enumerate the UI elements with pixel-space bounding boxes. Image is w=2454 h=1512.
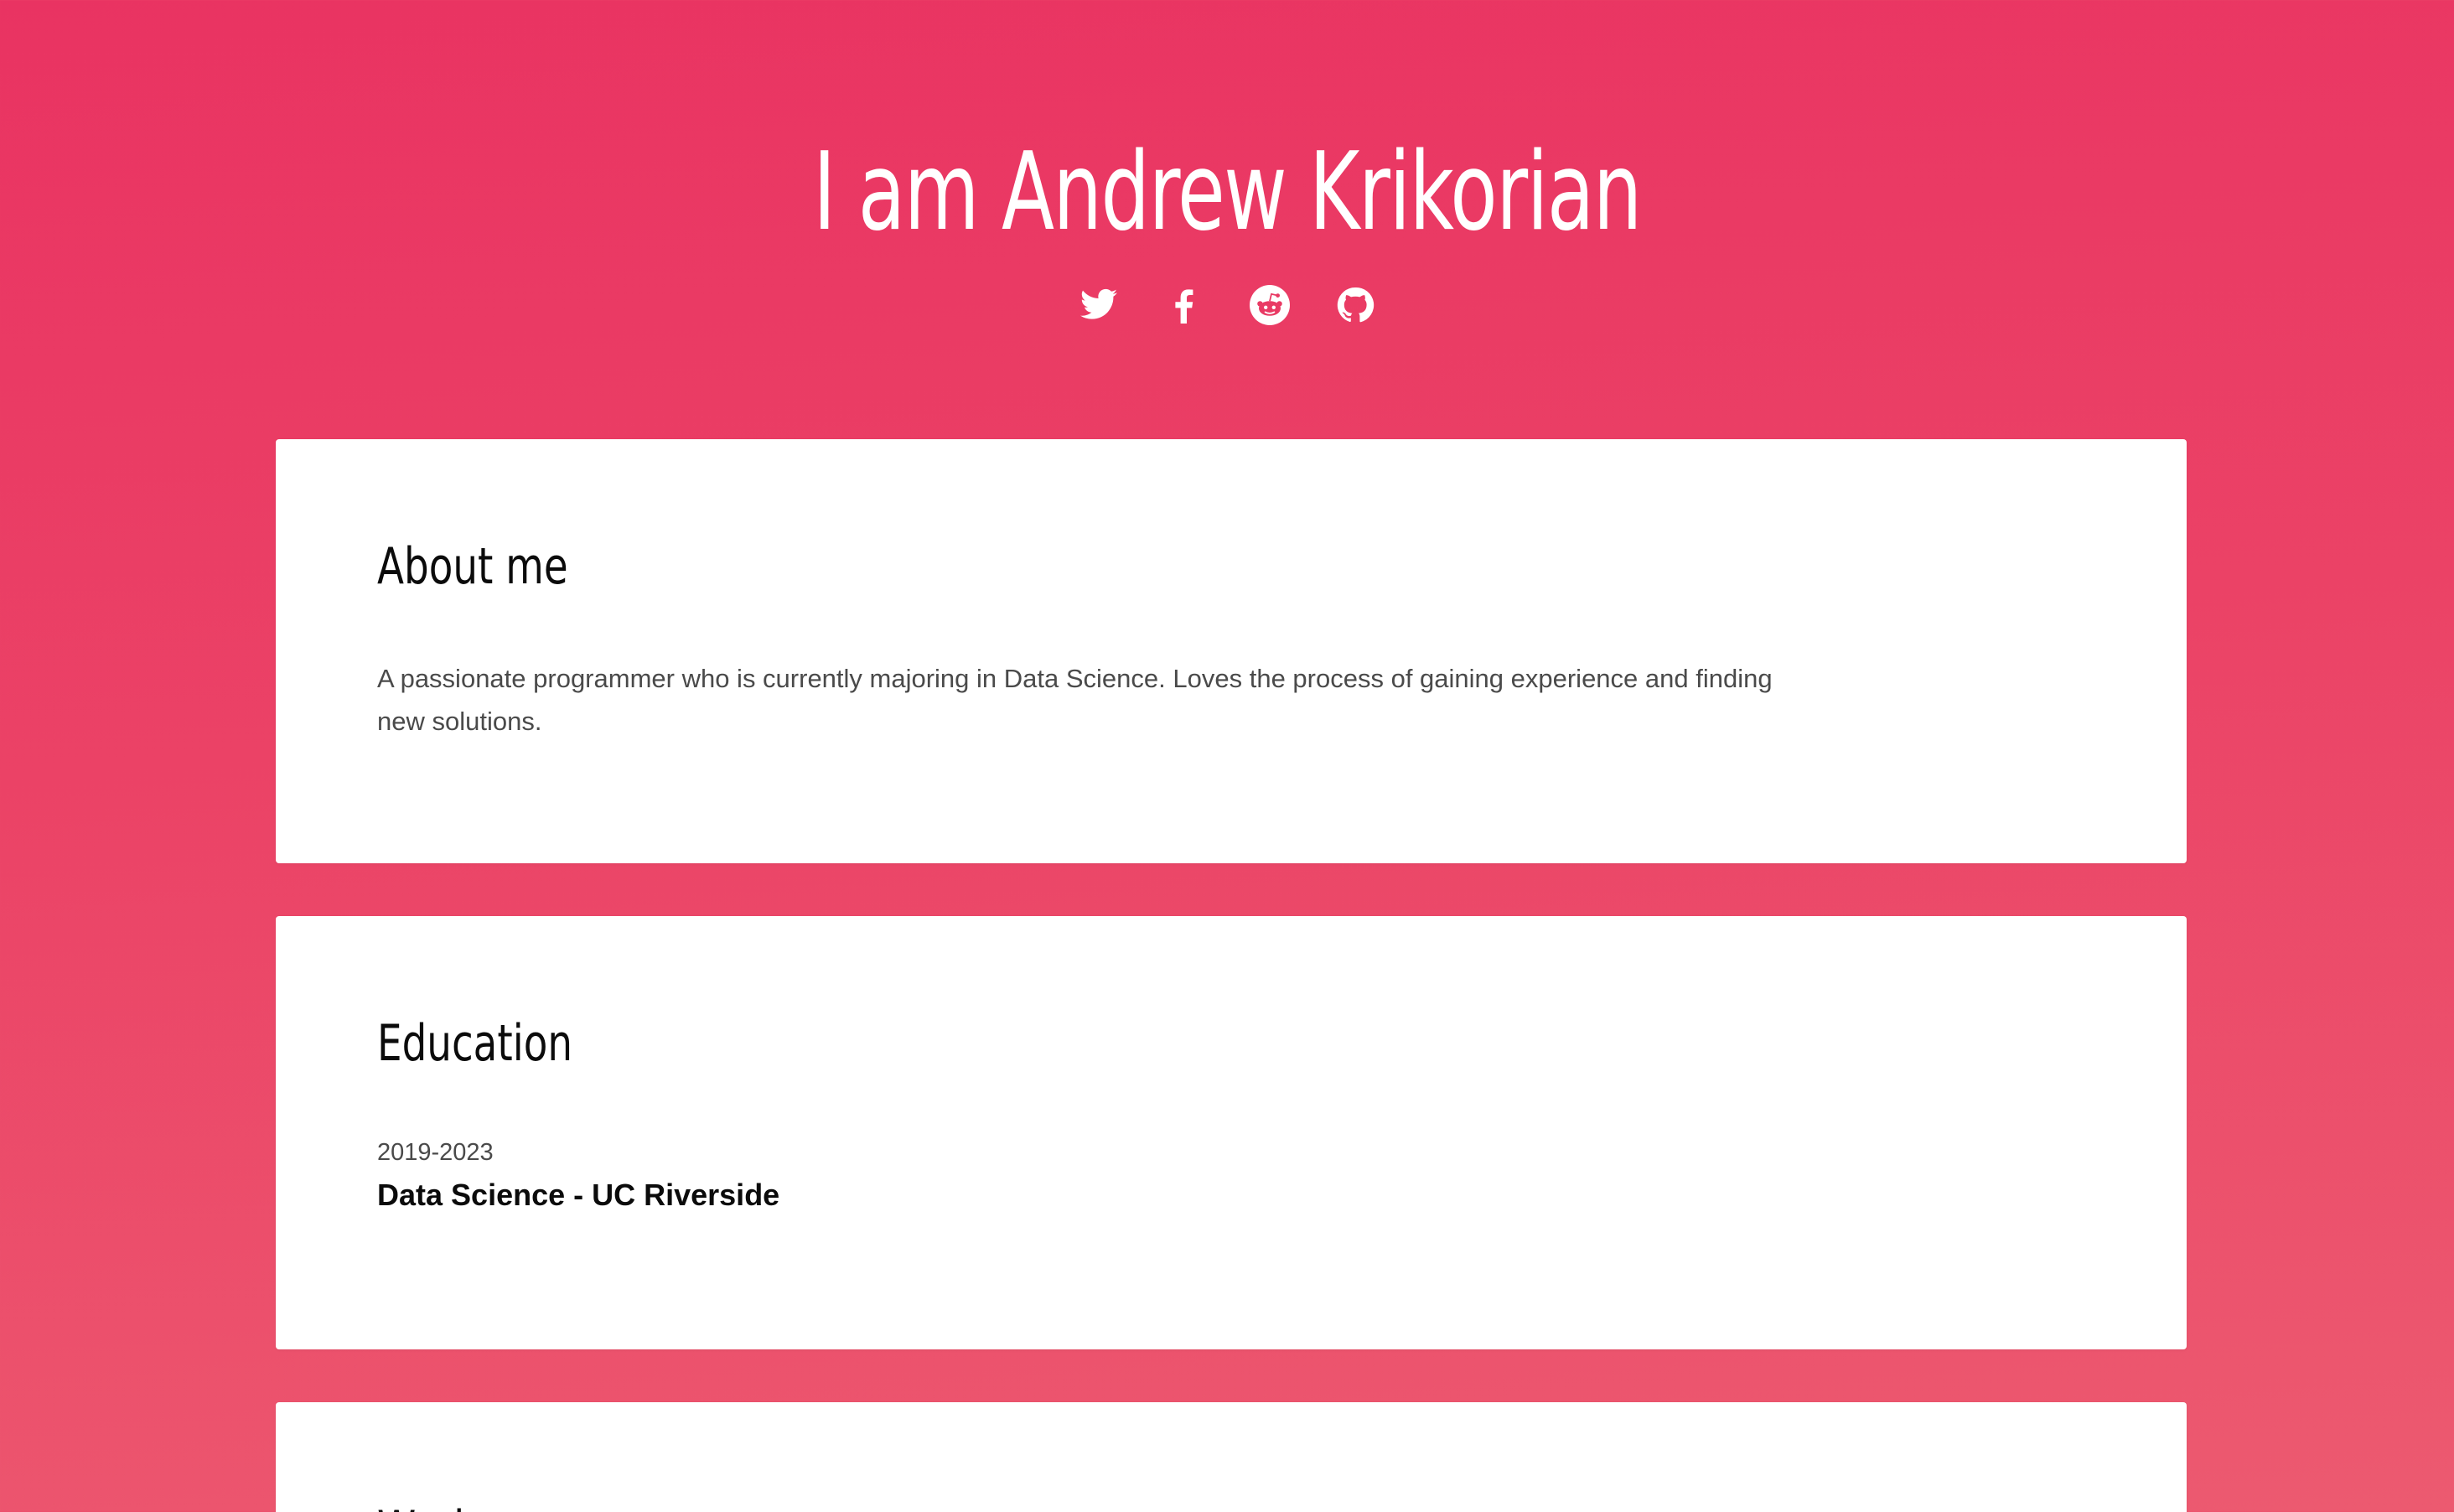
about-card: About me A passionate programmer who is …: [276, 439, 2187, 863]
education-heading: Education: [377, 1014, 573, 1073]
education-years: 2019-2023: [377, 1139, 494, 1166]
social-links: [0, 285, 2454, 325]
about-heading: About me: [377, 537, 568, 596]
twitter-icon: [1080, 288, 1117, 319]
facebook-link[interactable]: [1164, 285, 1204, 325]
twitter-link[interactable]: [1079, 285, 1119, 325]
page-header: I am Andrew Krikorian: [0, 0, 2454, 419]
work-card: Work: [276, 1402, 2187, 1512]
reddit-link[interactable]: [1250, 285, 1290, 325]
education-degree: Data Science - UC Riverside: [377, 1178, 780, 1212]
facebook-icon: [1175, 289, 1193, 324]
github-icon: [1337, 287, 1375, 323]
work-heading: Work: [377, 1499, 477, 1512]
github-link[interactable]: [1335, 285, 1375, 325]
reddit-icon: [1250, 285, 1290, 325]
about-text: A passionate programmer who is currently…: [377, 664, 1773, 736]
education-card: Education 2019-2023 Data Science - UC Ri…: [276, 916, 2187, 1349]
page-title: I am Andrew Krikorian: [813, 130, 1642, 255]
